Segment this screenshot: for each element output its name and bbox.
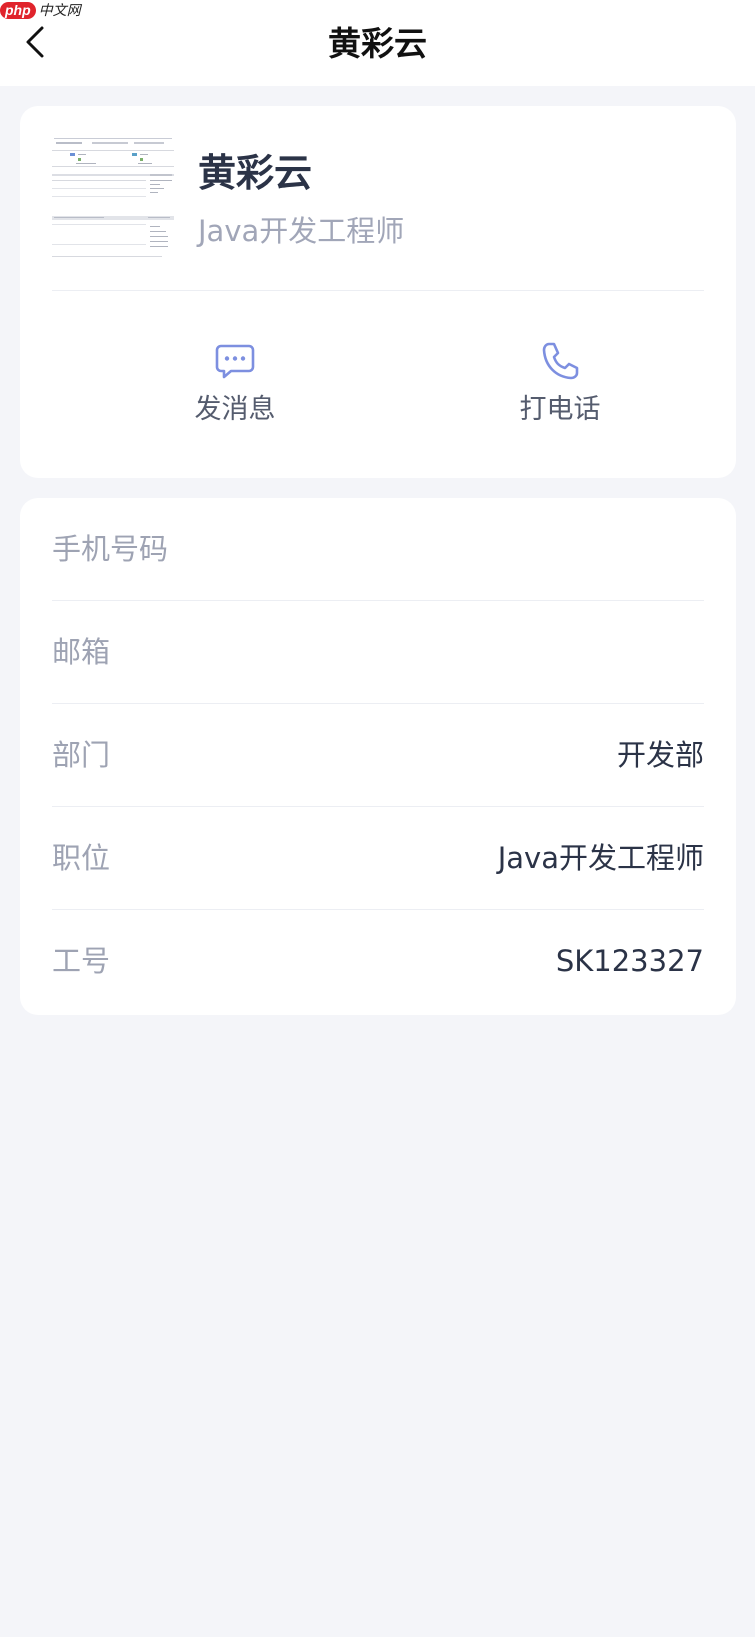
detail-label-employee-id: 工号 — [52, 944, 111, 978]
divider — [52, 290, 704, 291]
avatar[interactable] — [52, 136, 174, 264]
chat-bubble-icon — [215, 344, 255, 379]
contact-position: Java开发工程师 — [198, 214, 405, 248]
profile-card: 黄彩云 Java开发工程师 发消息 打电话 — [20, 106, 736, 478]
detail-row-phone[interactable]: 手机号码 — [52, 498, 704, 601]
details-card: 手机号码 邮箱 部门 开发部 职位 Java开发工程师 工号 SK123327 — [20, 498, 736, 1015]
detail-value-department: 开发部 — [616, 738, 704, 772]
detail-row-email[interactable]: 邮箱 — [52, 601, 704, 704]
send-message-button[interactable]: 发消息 — [165, 340, 305, 440]
contact-name: 黄彩云 — [198, 151, 313, 195]
send-message-label: 发消息 — [194, 394, 276, 425]
page-title: 黄彩云 — [328, 24, 427, 63]
avatar-screenshot-thumbnail — [52, 136, 174, 264]
detail-label-department: 部门 — [52, 738, 111, 772]
top-bar: php 中文网 黄彩云 — [0, 0, 755, 86]
phone-icon — [542, 342, 579, 380]
watermark-logo: php 中文网 — [0, 0, 81, 20]
detail-value-position: Java开发工程师 — [497, 841, 704, 875]
detail-row-employee-id: 工号 SK123327 — [52, 910, 704, 1013]
call-button[interactable]: 打电话 — [490, 340, 630, 440]
call-label: 打电话 — [519, 394, 601, 425]
detail-row-department: 部门 开发部 — [52, 704, 704, 807]
detail-row-position: 职位 Java开发工程师 — [52, 807, 704, 910]
detail-value-employee-id: SK123327 — [555, 944, 704, 978]
watermark-site: 中文网 — [38, 2, 81, 18]
detail-label-position: 职位 — [52, 841, 111, 875]
detail-label-email: 邮箱 — [52, 635, 111, 669]
detail-label-phone: 手机号码 — [52, 532, 169, 566]
watermark-brand: php — [0, 1, 36, 19]
